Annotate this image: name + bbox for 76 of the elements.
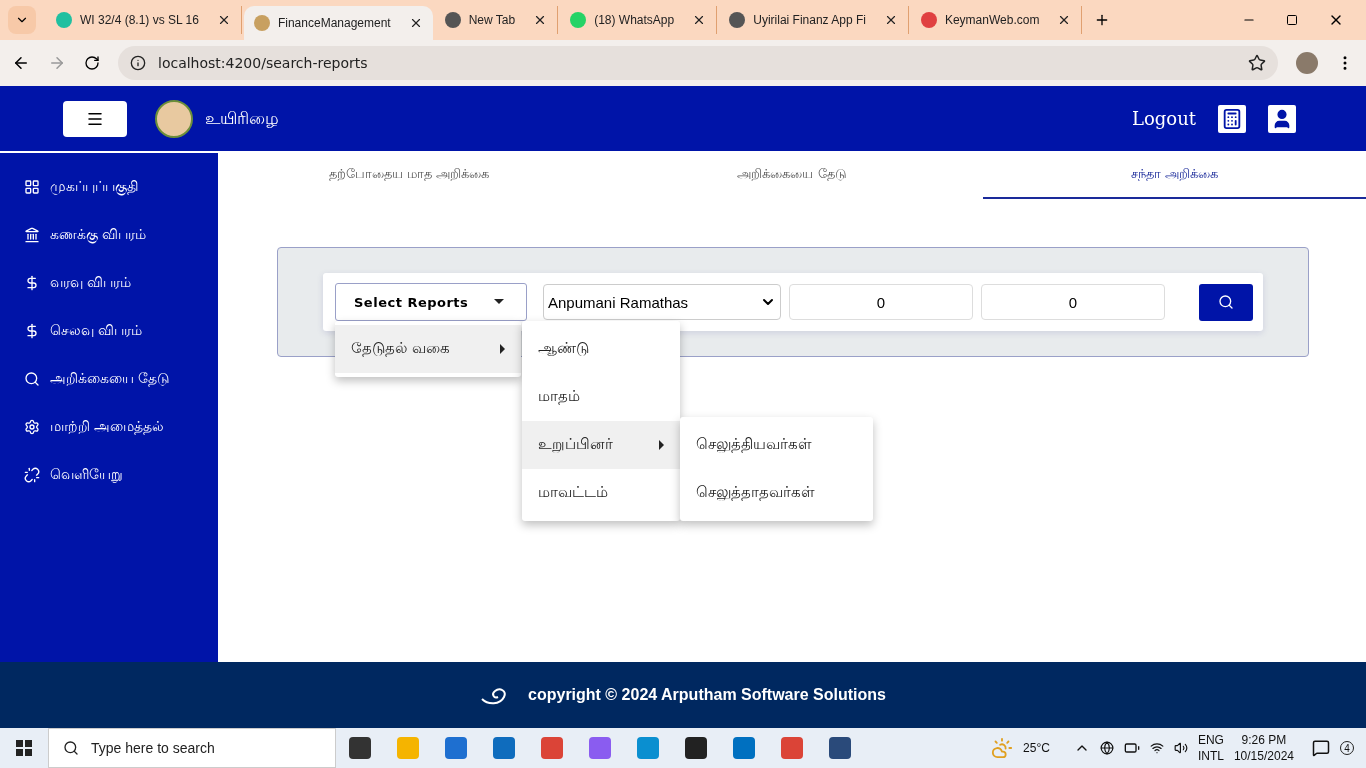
favicon-icon bbox=[729, 12, 746, 28]
favicon-icon bbox=[56, 12, 72, 28]
clock-date[interactable]: 10/15/2024 bbox=[1233, 748, 1294, 764]
search-icon bbox=[24, 371, 40, 387]
number-field[interactable]: 0 bbox=[789, 284, 973, 320]
star-icon[interactable] bbox=[1248, 54, 1266, 72]
favicon-icon bbox=[444, 12, 461, 28]
volume-icon[interactable] bbox=[1173, 741, 1188, 755]
user-icon[interactable] bbox=[1268, 104, 1296, 133]
favicon-icon bbox=[920, 12, 937, 28]
page-tab[interactable]: சந்தா அறிக்கை bbox=[983, 151, 1366, 199]
calculator-icon[interactable] bbox=[1218, 104, 1246, 133]
copyright-text: copyright © 2024 Arputham Software Solutions bbox=[528, 686, 886, 704]
bank-icon bbox=[24, 227, 40, 243]
sidebar-item[interactable]: முகப்புப்பகுதி bbox=[0, 163, 218, 211]
tab-title: (18) WhatsApp bbox=[594, 13, 675, 27]
reload-icon[interactable] bbox=[84, 55, 100, 71]
member-select[interactable]: Anpumani Ramathas bbox=[543, 284, 781, 320]
globe-icon[interactable] bbox=[1099, 741, 1114, 755]
browser-tab[interactable]: (18) WhatsApp bbox=[560, 6, 718, 34]
number-field[interactable]: 0 bbox=[981, 284, 1165, 320]
sidebar-item[interactable]: செலவு விபரம் bbox=[0, 307, 218, 355]
restore-icon[interactable] bbox=[1286, 14, 1298, 26]
favicon-icon bbox=[253, 15, 270, 31]
tab-title: FinanceManagement bbox=[277, 16, 391, 30]
dashboard-icon bbox=[24, 179, 40, 195]
notification-icon[interactable] bbox=[1312, 739, 1330, 757]
search-icon bbox=[63, 740, 79, 756]
clock-time[interactable]: 9:26 PM bbox=[1241, 732, 1287, 748]
menu-item[interactable]: தேடுதல் வகை bbox=[335, 325, 521, 373]
select-reports-button[interactable]: Select Reports bbox=[335, 283, 527, 321]
back-icon[interactable] bbox=[12, 54, 30, 72]
wifi-icon[interactable] bbox=[1149, 741, 1164, 755]
tab-title: KeymanWeb.com bbox=[944, 13, 1040, 27]
logo-icon bbox=[155, 99, 193, 138]
search-icon bbox=[1218, 294, 1234, 310]
url-text: localhost:4200/search-reports bbox=[158, 55, 368, 71]
menu-item[interactable]: மாவட்டம் bbox=[522, 469, 680, 517]
app-name: உயிரிழை bbox=[205, 107, 279, 130]
settings-icon bbox=[24, 419, 40, 435]
browser-tab[interactable]: Uyirilai Finanz App Fi bbox=[719, 6, 909, 34]
menu-button[interactable] bbox=[63, 100, 127, 137]
menu-item[interactable]: செலுத்தியவர்கள் bbox=[680, 421, 873, 469]
browser-tab[interactable]: WI 32/4 (8.1) vs SL 16 bbox=[46, 6, 242, 34]
info-icon[interactable] bbox=[130, 55, 146, 71]
tab-title: New Tab bbox=[468, 13, 516, 27]
language-text[interactable]: ENG bbox=[1197, 732, 1224, 748]
temperature-text: 25°C bbox=[1023, 741, 1050, 755]
layout-text[interactable]: INTL bbox=[1197, 748, 1224, 764]
battery-icon[interactable] bbox=[1123, 740, 1140, 756]
sidebar-item[interactable]: கணக்கு விபரம் bbox=[0, 211, 218, 259]
dollar-icon bbox=[24, 323, 40, 339]
browser-tab[interactable]: KeymanWeb.com bbox=[910, 6, 1083, 34]
menu-item[interactable]: மாதம் bbox=[522, 373, 680, 421]
profile-avatar[interactable] bbox=[1296, 52, 1318, 74]
menu-item[interactable]: ஆண்டு bbox=[522, 325, 680, 373]
tab-title: WI 32/4 (8.1) vs SL 16 bbox=[80, 13, 199, 27]
taskbar-search-field[interactable]: Type here to search bbox=[48, 728, 336, 768]
search-button[interactable] bbox=[1199, 283, 1253, 321]
menu-item[interactable]: உறுப்பினர் bbox=[522, 421, 680, 469]
logout-link[interactable]: Logout bbox=[1132, 108, 1196, 129]
sidebar-item[interactable]: அறிக்கையை தேடு bbox=[0, 355, 218, 403]
browser-tab[interactable]: New Tab bbox=[434, 6, 559, 34]
address-bar[interactable]: localhost:4200/search-reports bbox=[118, 46, 1278, 80]
sidebar-item[interactable]: வெளியேறு bbox=[0, 451, 218, 499]
page-tab[interactable]: தற்போதைய மாத அறிக்கை bbox=[218, 151, 601, 199]
favicon-icon bbox=[570, 12, 587, 28]
search-placeholder: Type here to search bbox=[91, 740, 215, 756]
page-tab[interactable]: அறிக்கையை தேடு bbox=[600, 151, 984, 199]
menu-item[interactable]: செலுத்தாதவர்கள் bbox=[680, 469, 873, 517]
caret-icon bbox=[494, 299, 504, 305]
dollar-icon bbox=[24, 275, 40, 291]
tab-title: Uyirilai Finanz App Fi bbox=[753, 13, 866, 27]
browser-tab[interactable]: FinanceManagement bbox=[243, 6, 433, 40]
sidebar-item[interactable]: வரவு விபரம் bbox=[0, 259, 218, 307]
sidebar-item[interactable]: மாற்றி அமைத்தல் bbox=[0, 403, 218, 451]
